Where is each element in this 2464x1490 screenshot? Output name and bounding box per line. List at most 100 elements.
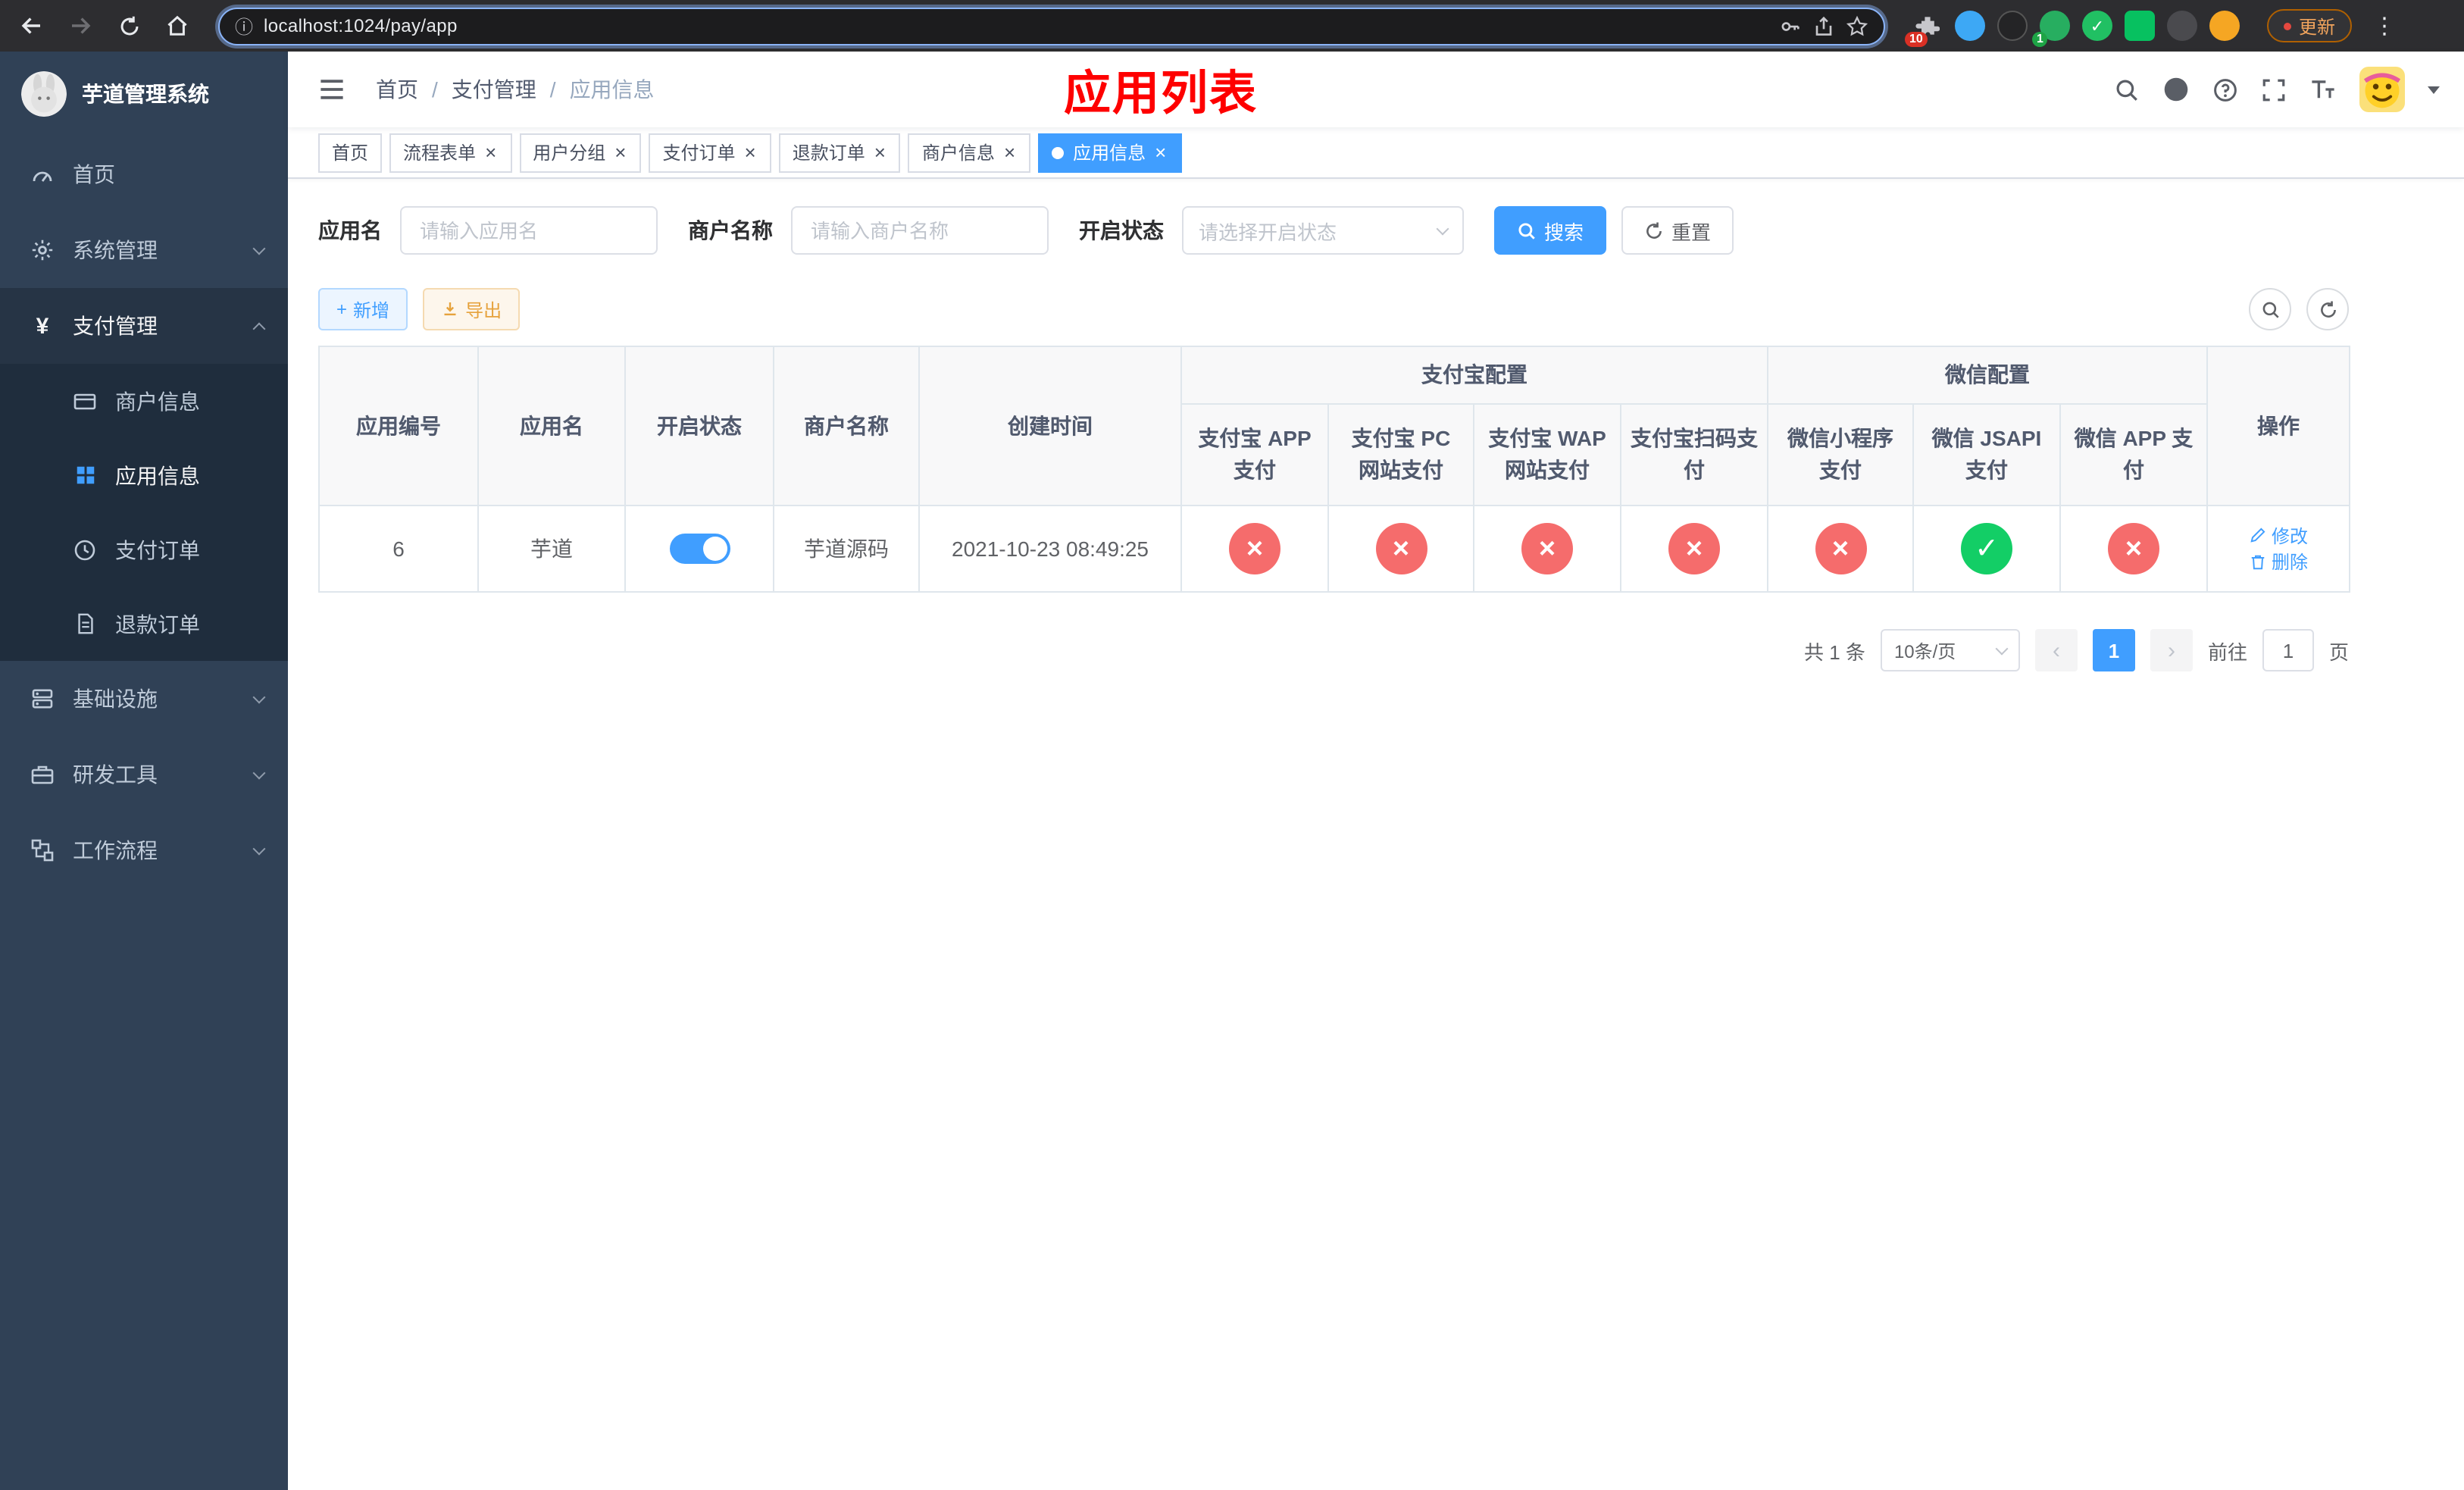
sidebar-item-refund-orders[interactable]: 退款订单 bbox=[0, 587, 288, 661]
extension-icon[interactable] bbox=[2209, 11, 2240, 41]
sidebar: 芋道管理系统 首页 系统管理 ¥ 支付管理 商户信息 应用信息 支付订单 退款订… bbox=[0, 52, 288, 1490]
extension-icon[interactable] bbox=[1955, 11, 1985, 41]
hamburger-icon[interactable] bbox=[312, 76, 352, 103]
wechat-app-status-icon: × bbox=[2108, 523, 2159, 574]
delete-button[interactable]: 删除 bbox=[2249, 549, 2308, 574]
github-icon[interactable] bbox=[2162, 76, 2190, 103]
sidebar-item-merchant-info[interactable]: 商户信息 bbox=[0, 364, 288, 438]
caret-down-icon[interactable] bbox=[2428, 86, 2440, 93]
sidebar-item-dev-tools[interactable]: 研发工具 bbox=[0, 737, 288, 812]
tags-bar: 首页 流程表单 × 用户分组 × 支付订单 × 退款订单 × 商户信息 × 应用… bbox=[288, 127, 2464, 179]
col-wechat-app: 微信 APP 支付 bbox=[2059, 403, 2208, 506]
tab-process-form[interactable]: 流程表单 × bbox=[389, 133, 512, 172]
extensions-puzzle-icon[interactable]: 10 bbox=[1905, 11, 1943, 47]
tab-close-icon[interactable]: × bbox=[743, 142, 758, 162]
sidebar-item-infrastructure[interactable]: 基础设施 bbox=[0, 661, 288, 737]
goto-label: 前往 bbox=[2207, 640, 2247, 663]
gear-icon bbox=[30, 238, 55, 262]
sidebar-item-system[interactable]: 系统管理 bbox=[0, 212, 288, 288]
group-alipay-config: 支付宝配置 bbox=[1180, 346, 1768, 405]
site-info-icon[interactable]: ⓘ bbox=[235, 13, 253, 39]
browser-forward-button[interactable] bbox=[61, 6, 100, 45]
tab-close-icon[interactable]: × bbox=[873, 142, 887, 162]
breadcrumb: 首页 / 支付管理 / 应用信息 bbox=[376, 74, 655, 105]
navbar-actions bbox=[2114, 67, 2440, 112]
sidebar-item-payment[interactable]: ¥ 支付管理 bbox=[0, 288, 288, 364]
alipay-pc-status-icon: × bbox=[1375, 523, 1427, 574]
reset-button[interactable]: 重置 bbox=[1621, 206, 1734, 255]
page-content: 应用名 商户名称 开启状态 请选择开启状态 bbox=[288, 179, 2464, 671]
extension-icon[interactable] bbox=[1997, 11, 2028, 41]
breadcrumb-home[interactable]: 首页 bbox=[376, 74, 418, 105]
extension-icon[interactable] bbox=[2125, 11, 2155, 41]
tab-merchant-info[interactable]: 商户信息 × bbox=[908, 133, 1031, 172]
browser-chrome: ⓘ localhost:1024/pay/app 10 1 ✓ 更新 ⋮ bbox=[0, 0, 2464, 52]
col-alipay-qr: 支付宝扫码支付 bbox=[1620, 403, 1768, 506]
browser-update-button[interactable]: 更新 bbox=[2267, 9, 2353, 42]
add-button[interactable]: + 新增 bbox=[318, 288, 408, 330]
prev-page-button[interactable]: ‹ bbox=[2034, 629, 2078, 671]
page-size-select[interactable]: 10条/页 bbox=[1880, 629, 2020, 671]
extension-icon[interactable] bbox=[2167, 11, 2197, 41]
app-navbar: 首页 / 支付管理 / 应用信息 应用列表 bbox=[288, 52, 2464, 127]
cell-app-name: 芋道 bbox=[477, 505, 626, 593]
col-alipay-wap: 支付宝 WAP 网站支付 bbox=[1473, 403, 1621, 506]
password-key-icon[interactable] bbox=[1779, 14, 1802, 37]
screen: ⓘ localhost:1024/pay/app 10 1 ✓ 更新 ⋮ 芋道管… bbox=[0, 0, 2464, 1490]
sidebar-item-app-info[interactable]: 应用信息 bbox=[0, 438, 288, 512]
toggle-search-button[interactable] bbox=[2249, 288, 2291, 330]
tab-payment-orders[interactable]: 支付订单 × bbox=[649, 133, 771, 172]
browser-menu-icon[interactable]: ⋮ bbox=[2373, 12, 2396, 39]
chevron-up-icon bbox=[252, 321, 266, 335]
cell-actions: 修改 删除 bbox=[2206, 505, 2350, 593]
col-merchant: 商户名称 bbox=[773, 346, 920, 506]
group-wechat-config: 微信配置 bbox=[1767, 346, 2208, 405]
search-icon[interactable] bbox=[2114, 77, 2140, 102]
tab-close-icon[interactable]: × bbox=[483, 142, 498, 162]
extension-icon[interactable]: ✓ bbox=[2082, 11, 2112, 41]
merchant-name-label: 商户名称 bbox=[688, 218, 773, 243]
browser-home-button[interactable] bbox=[158, 6, 197, 45]
refresh-button[interactable] bbox=[2306, 288, 2349, 330]
help-icon[interactable] bbox=[2212, 77, 2238, 102]
tab-close-icon[interactable]: × bbox=[1002, 142, 1017, 162]
avatar[interactable] bbox=[2359, 67, 2405, 112]
status-select[interactable]: 请选择开启状态 bbox=[1182, 206, 1464, 255]
cell-status bbox=[624, 505, 774, 593]
goto-page-input[interactable] bbox=[2262, 629, 2314, 671]
share-icon[interactable] bbox=[1812, 14, 1835, 37]
tab-refund-orders[interactable]: 退款订单 × bbox=[778, 133, 901, 172]
col-created: 创建时间 bbox=[918, 346, 1182, 506]
enabled-toggle[interactable] bbox=[669, 534, 730, 564]
browser-back-button[interactable] bbox=[12, 6, 52, 45]
alipay-qr-status-icon: × bbox=[1668, 523, 1720, 574]
sidebar-item-home[interactable]: 首页 bbox=[0, 136, 288, 212]
edit-button[interactable]: 修改 bbox=[2249, 522, 2308, 548]
search-button[interactable]: 搜索 bbox=[1494, 206, 1607, 255]
sidebar-item-payment-orders[interactable]: 支付订单 bbox=[0, 512, 288, 587]
server-icon bbox=[30, 687, 55, 711]
breadcrumb-payment[interactable]: 支付管理 bbox=[452, 74, 536, 105]
fullscreen-icon[interactable] bbox=[2261, 77, 2287, 102]
app-logo[interactable]: 芋道管理系统 bbox=[0, 52, 288, 136]
address-bar[interactable]: ⓘ localhost:1024/pay/app bbox=[218, 7, 1885, 45]
bookmark-star-icon[interactable] bbox=[1846, 14, 1868, 37]
browser-reload-button[interactable] bbox=[109, 6, 149, 45]
col-app-id: 应用编号 bbox=[318, 346, 479, 506]
sidebar-item-workflow[interactable]: 工作流程 bbox=[0, 812, 288, 888]
export-button[interactable]: 导出 bbox=[423, 288, 521, 330]
tab-close-icon[interactable]: × bbox=[1153, 142, 1168, 162]
tab-home[interactable]: 首页 bbox=[318, 133, 383, 172]
tab-user-group[interactable]: 用户分组 × bbox=[519, 133, 642, 172]
next-page-button[interactable]: › bbox=[2150, 629, 2193, 671]
tab-app-info[interactable]: 应用信息 × bbox=[1038, 133, 1182, 172]
tab-close-icon[interactable]: × bbox=[613, 142, 627, 162]
app-name-input[interactable] bbox=[400, 206, 658, 255]
page-number-button[interactable]: 1 bbox=[2092, 629, 2135, 671]
chevron-down-icon bbox=[252, 241, 266, 255]
app-title: 芋道管理系统 bbox=[82, 82, 209, 106]
font-size-icon[interactable] bbox=[2309, 76, 2337, 103]
extension-icon[interactable]: 1 bbox=[2032, 11, 2070, 47]
logo-avatar bbox=[21, 71, 67, 117]
merchant-name-input[interactable] bbox=[791, 206, 1049, 255]
